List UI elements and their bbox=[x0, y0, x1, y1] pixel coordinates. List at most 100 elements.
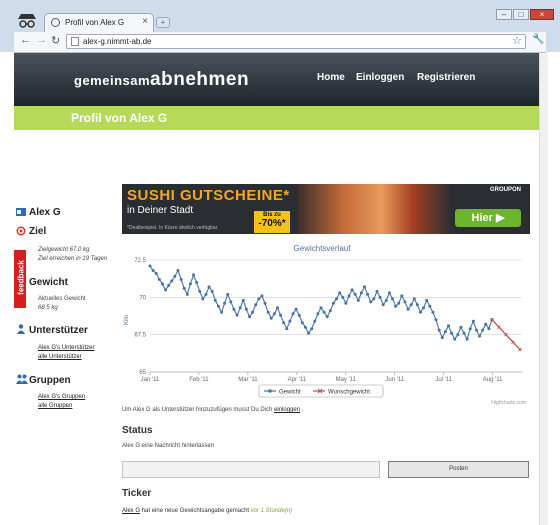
weight-point[interactable] bbox=[291, 312, 295, 316]
weight-point[interactable] bbox=[468, 327, 472, 331]
weight-point[interactable] bbox=[440, 336, 444, 340]
weight-point[interactable] bbox=[220, 310, 224, 314]
weight-point[interactable] bbox=[325, 315, 329, 319]
weight-point[interactable] bbox=[254, 303, 258, 307]
target-point[interactable] bbox=[511, 340, 515, 344]
weight-point[interactable] bbox=[478, 334, 482, 338]
weight-point[interactable] bbox=[216, 304, 220, 308]
weight-point[interactable] bbox=[160, 282, 164, 286]
weight-point[interactable] bbox=[456, 333, 460, 337]
weight-point[interactable] bbox=[272, 312, 276, 316]
weight-point[interactable] bbox=[176, 268, 180, 272]
target-point[interactable] bbox=[518, 347, 522, 352]
nav-login[interactable]: Einloggen bbox=[356, 72, 404, 83]
weight-point[interactable] bbox=[266, 310, 270, 314]
weight-point[interactable] bbox=[409, 303, 413, 307]
weight-point[interactable] bbox=[151, 268, 155, 272]
weight-point[interactable] bbox=[394, 304, 398, 308]
weight-point[interactable] bbox=[369, 300, 373, 304]
scrollbar[interactable] bbox=[539, 53, 548, 525]
weight-point[interactable] bbox=[412, 297, 416, 301]
weight-point[interactable] bbox=[471, 319, 475, 323]
weight-point[interactable] bbox=[300, 321, 304, 325]
ticker-user-link[interactable]: Alex G bbox=[122, 508, 140, 514]
weight-point[interactable] bbox=[285, 327, 289, 331]
reload-icon[interactable]: ↻ bbox=[51, 34, 60, 47]
weight-point[interactable] bbox=[481, 328, 485, 332]
weight-point[interactable] bbox=[192, 273, 196, 277]
weight-point[interactable] bbox=[170, 279, 174, 283]
all-supporters-link[interactable]: alle Unterstützer bbox=[38, 353, 82, 362]
weight-point[interactable] bbox=[303, 325, 307, 329]
weight-point[interactable] bbox=[400, 294, 404, 298]
weight-point[interactable] bbox=[403, 300, 407, 304]
weight-point[interactable] bbox=[238, 306, 242, 310]
weight-point[interactable] bbox=[381, 303, 385, 307]
address-bar[interactable]: alex-g.nimmt-ab.de bbox=[66, 34, 526, 49]
weight-point[interactable] bbox=[437, 328, 441, 332]
weight-point[interactable] bbox=[465, 337, 469, 341]
weight-point[interactable] bbox=[431, 310, 435, 314]
nav-register[interactable]: Registrieren bbox=[417, 72, 475, 83]
weight-point[interactable] bbox=[319, 306, 323, 310]
weight-point[interactable] bbox=[372, 297, 376, 301]
weight-point[interactable] bbox=[378, 295, 382, 299]
weight-point[interactable] bbox=[459, 325, 463, 329]
weight-point[interactable] bbox=[241, 298, 245, 302]
bookmark-star-icon[interactable]: ☆ bbox=[512, 34, 522, 47]
all-groups-link[interactable]: alle Gruppen bbox=[38, 402, 72, 411]
weight-point[interactable] bbox=[387, 291, 391, 295]
weight-point[interactable] bbox=[247, 315, 251, 319]
weight-point[interactable] bbox=[434, 318, 438, 322]
weight-point[interactable] bbox=[375, 289, 379, 293]
ad-banner[interactable]: SUSHI GUTSCHEINE* in Deiner Stadt *Dealb… bbox=[122, 184, 530, 234]
weight-point[interactable] bbox=[344, 301, 348, 305]
weight-point[interactable] bbox=[422, 306, 426, 310]
weight-point[interactable] bbox=[204, 292, 208, 296]
weight-point[interactable] bbox=[185, 292, 189, 296]
browser-tab[interactable]: Profil von Alex G × bbox=[44, 13, 154, 32]
weight-point[interactable] bbox=[148, 264, 152, 268]
weight-point[interactable] bbox=[232, 307, 236, 311]
weight-point[interactable] bbox=[322, 310, 326, 314]
supporters-link[interactable]: Alex G's Unterstützer bbox=[38, 344, 95, 353]
weight-point[interactable] bbox=[353, 292, 357, 296]
weight-point[interactable] bbox=[487, 327, 491, 331]
weight-point[interactable] bbox=[331, 301, 335, 305]
weight-point[interactable] bbox=[269, 316, 273, 320]
weight-point[interactable] bbox=[310, 327, 314, 331]
ad-cta-button[interactable]: Hier ▶ bbox=[455, 209, 521, 227]
nav-home[interactable]: Home bbox=[317, 72, 345, 83]
weight-point[interactable] bbox=[179, 277, 183, 281]
weight-point[interactable] bbox=[263, 301, 267, 305]
weight-point[interactable] bbox=[363, 285, 367, 289]
weight-point[interactable] bbox=[316, 312, 320, 316]
weight-point[interactable] bbox=[154, 271, 158, 275]
weight-point[interactable] bbox=[428, 304, 432, 308]
target-point[interactable] bbox=[497, 325, 501, 330]
status-input[interactable] bbox=[122, 461, 380, 478]
weight-point[interactable] bbox=[484, 322, 488, 326]
weight-point[interactable] bbox=[294, 307, 298, 311]
legend-weight[interactable]: Gewicht bbox=[279, 390, 301, 396]
weight-point[interactable] bbox=[384, 298, 388, 302]
weight-point[interactable] bbox=[359, 291, 363, 295]
weight-point[interactable] bbox=[328, 309, 332, 313]
weight-point[interactable] bbox=[195, 280, 199, 284]
weight-point[interactable] bbox=[446, 324, 450, 328]
weight-point[interactable] bbox=[235, 313, 239, 317]
weight-point[interactable] bbox=[341, 295, 345, 299]
weight-point[interactable] bbox=[229, 300, 233, 304]
weight-point[interactable] bbox=[391, 297, 395, 301]
weight-point[interactable] bbox=[406, 307, 410, 311]
weight-point[interactable] bbox=[213, 298, 217, 302]
weight-point[interactable] bbox=[474, 328, 478, 332]
weight-point[interactable] bbox=[443, 330, 447, 334]
weight-point[interactable] bbox=[182, 286, 186, 290]
weight-point[interactable] bbox=[164, 288, 168, 292]
weight-point[interactable] bbox=[415, 303, 419, 307]
new-tab-button[interactable]: + bbox=[156, 17, 170, 28]
weight-point[interactable] bbox=[356, 298, 360, 302]
weight-point[interactable] bbox=[313, 319, 317, 323]
weight-point[interactable] bbox=[282, 321, 286, 325]
